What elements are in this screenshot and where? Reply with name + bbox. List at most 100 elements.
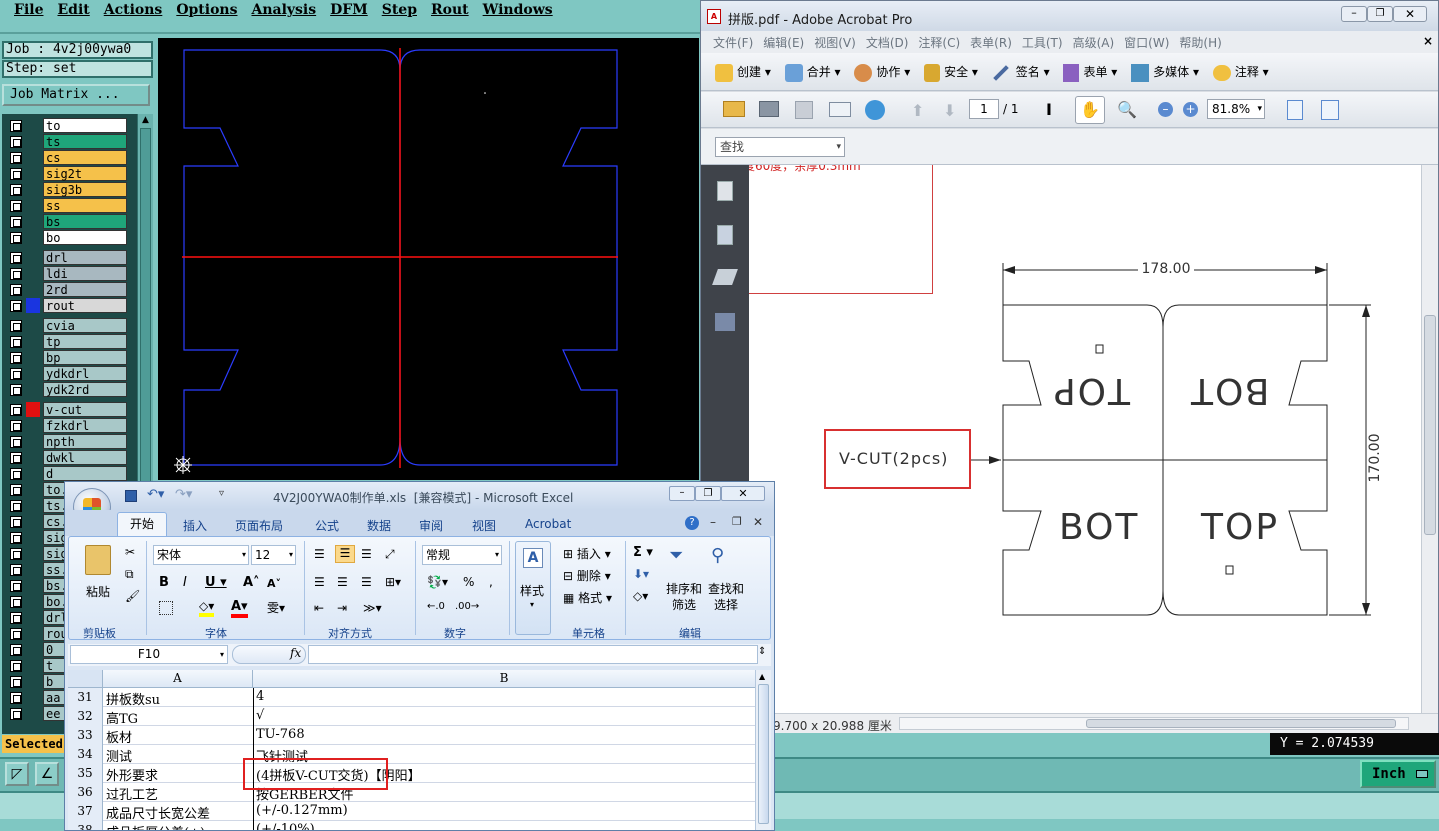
job-matrix-button[interactable]: Job Matrix ... <box>2 84 150 106</box>
font-size-dropdown-icon[interactable]: ▾ <box>289 546 293 564</box>
formula-input[interactable] <box>308 645 758 664</box>
find-input[interactable]: 查找 ▾ <box>715 137 845 157</box>
acro-menu-document[interactable]: 文档(D) <box>866 34 909 51</box>
cell-a[interactable]: 测试 <box>106 746 252 764</box>
menu-file[interactable]: File <box>14 2 43 18</box>
number-format-select[interactable]: 常规 ▾ <box>422 545 502 565</box>
layer-affected-checkbox[interactable] <box>10 596 22 608</box>
menu-dfm[interactable]: DFM <box>330 2 368 18</box>
doc-scroll-thumb[interactable] <box>1424 315 1436 535</box>
layer-display-swatch[interactable] <box>26 642 40 657</box>
row-header[interactable]: 38 <box>68 821 103 830</box>
layer-display-swatch[interactable] <box>26 674 40 689</box>
cell-b[interactable]: (+/-10%) <box>256 822 751 830</box>
layer-display-swatch[interactable] <box>26 514 40 529</box>
layer-name[interactable]: tp <box>43 334 127 349</box>
cell-a[interactable]: 成品尺寸长宽公差 <box>106 803 252 821</box>
layer-affected-checkbox[interactable] <box>10 580 22 592</box>
number-format-dropdown-icon[interactable]: ▾ <box>495 546 499 564</box>
acro-menu-help[interactable]: 帮助(H) <box>1179 34 1221 51</box>
cell-a[interactable]: 外形要求 <box>106 765 252 783</box>
align-right-icon[interactable]: ☰ <box>361 575 372 589</box>
row-header[interactable]: 32 <box>68 707 103 726</box>
layer-affected-checkbox[interactable] <box>10 152 22 164</box>
layer-affected-checkbox[interactable] <box>10 368 22 380</box>
layer-display-swatch[interactable] <box>26 466 40 481</box>
layer-display-swatch[interactable] <box>26 350 40 365</box>
create-button[interactable]: 创建 ▾ <box>715 63 771 82</box>
layer-affected-checkbox[interactable] <box>10 564 22 576</box>
layer-name[interactable]: sig2t <box>43 166 127 181</box>
forms-button[interactable]: 表单 ▾ <box>1063 63 1117 82</box>
layer-affected-checkbox[interactable] <box>10 136 22 148</box>
tab-page-layout[interactable]: 页面布局 <box>235 517 283 534</box>
layer-display-swatch[interactable] <box>26 334 40 349</box>
percent-icon[interactable]: % <box>463 575 474 589</box>
zoom-tool-icon[interactable]: 🔍 <box>1117 100 1137 119</box>
layer-row[interactable]: drl <box>6 250 127 265</box>
acro-menu-file[interactable]: 文件(F) <box>713 34 753 51</box>
multimedia-button[interactable]: 多媒体 ▾ <box>1131 63 1199 82</box>
acro-menu-view[interactable]: 视图(V) <box>814 34 856 51</box>
acro-menu-comment[interactable]: 注释(C) <box>918 34 960 51</box>
align-center-icon[interactable]: ☰ <box>337 575 348 589</box>
row-header[interactable]: 35 <box>68 764 103 783</box>
excel-minimize-button[interactable]: – <box>669 486 695 501</box>
layer-name[interactable]: v-cut <box>43 402 127 417</box>
find-select-label[interactable]: 查找和 选择 <box>705 581 747 613</box>
bold-icon[interactable]: B <box>159 575 169 590</box>
layer-display-swatch[interactable] <box>26 610 40 625</box>
cell-a[interactable]: 成品板厚公差(+) <box>106 822 252 830</box>
align-top-icon[interactable]: ☰ <box>314 547 325 561</box>
insert-cells-button[interactable]: ⊞ 插入 ▾ <box>563 545 611 562</box>
layer-name[interactable]: bo <box>43 230 127 245</box>
layer-affected-checkbox[interactable] <box>10 268 22 280</box>
layer-affected-checkbox[interactable] <box>10 168 22 180</box>
delete-cells-button[interactable]: ⊟ 删除 ▾ <box>563 567 611 584</box>
name-box[interactable]: F10 ▾ <box>70 645 228 664</box>
layer-affected-checkbox[interactable] <box>10 708 22 720</box>
menu-actions[interactable]: Actions <box>104 2 163 18</box>
open-folder-icon[interactable] <box>723 101 745 117</box>
cell-b[interactable]: (+/-0.127mm) <box>256 803 751 821</box>
layer-name[interactable]: to <box>43 118 127 133</box>
find-dropdown-icon[interactable]: ▾ <box>836 138 841 156</box>
qat-save-icon[interactable] <box>125 490 137 502</box>
layer-display-swatch[interactable] <box>26 546 40 561</box>
tab-acrobat[interactable]: Acrobat <box>525 517 571 531</box>
layer-display-swatch[interactable] <box>26 134 40 149</box>
layer-affected-checkbox[interactable] <box>10 420 22 432</box>
layer-display-swatch[interactable] <box>26 298 40 313</box>
row-header[interactable]: 36 <box>68 783 103 802</box>
layer-affected-checkbox[interactable] <box>10 532 22 544</box>
column-header-b[interactable]: B <box>253 670 755 688</box>
secure-button[interactable]: 安全 ▾ <box>924 63 978 82</box>
cell-b[interactable]: √ <box>256 708 751 726</box>
layer-affected-checkbox[interactable] <box>10 352 22 364</box>
layer-display-swatch[interactable] <box>26 706 40 721</box>
formula-bar-expand-icon[interactable]: ⇕ <box>758 646 766 657</box>
layer-affected-checkbox[interactable] <box>10 284 22 296</box>
layer-display-swatch[interactable] <box>26 690 40 705</box>
layer-affected-checkbox[interactable] <box>10 404 22 416</box>
layer-name[interactable]: cs <box>43 150 127 165</box>
cell-a[interactable]: 高TG <box>106 708 252 726</box>
layer-affected-checkbox[interactable] <box>10 676 22 688</box>
layer-affected-checkbox[interactable] <box>10 320 22 332</box>
prev-page-icon[interactable]: ⬆ <box>911 101 924 120</box>
text-orientation-icon[interactable]: ⤢ <box>385 547 395 562</box>
format-painter-icon[interactable]: 🖌 <box>125 589 140 603</box>
cell-b[interactable]: 4 <box>256 689 751 707</box>
layer-display-swatch[interactable] <box>26 182 40 197</box>
next-page-icon[interactable]: ⬇ <box>943 101 956 120</box>
graphic-canvas[interactable] <box>158 38 699 480</box>
layer-row[interactable]: ldi <box>6 266 127 281</box>
paste-label[interactable]: 粘贴 <box>86 583 110 600</box>
menu-edit[interactable]: Edit <box>57 2 89 18</box>
layer-affected-checkbox[interactable] <box>10 336 22 348</box>
layer-name[interactable]: ldi <box>43 266 127 281</box>
styles-button[interactable]: A 样式 ▾ <box>515 541 551 635</box>
layer-row[interactable]: sig3b <box>6 182 127 197</box>
email-icon[interactable] <box>829 102 851 117</box>
layer-display-swatch[interactable] <box>26 658 40 673</box>
